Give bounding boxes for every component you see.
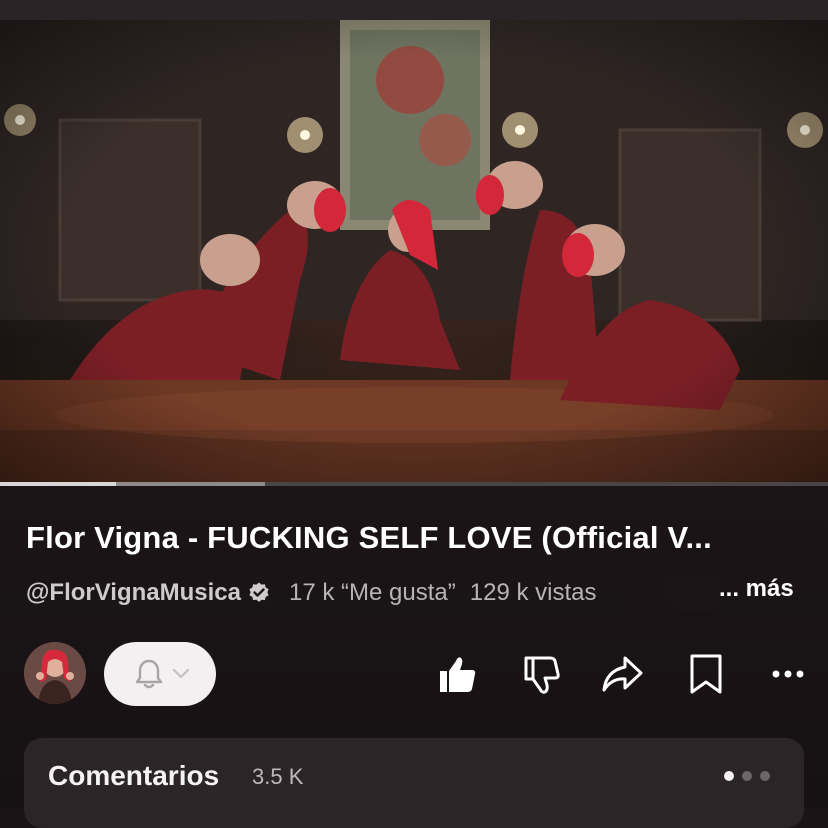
views-count: 129 k vistas (469, 579, 597, 606)
page-dot (724, 771, 734, 781)
more-link[interactable]: ... más (719, 575, 794, 603)
played-bar (0, 482, 116, 486)
chevron-down-icon (172, 668, 190, 679)
actions-row (0, 640, 828, 710)
channel-handle[interactable]: @FlorVignaMusica (26, 579, 241, 607)
page-dot (742, 771, 752, 781)
video-progress-bar[interactable] (0, 482, 828, 486)
likes-count: 17 k “Me gusta” (289, 579, 456, 606)
thumbs-up-icon[interactable] (436, 652, 480, 696)
page-dot (760, 771, 770, 781)
share-arrow-icon[interactable] (600, 652, 644, 696)
more-horizontal-icon[interactable] (766, 652, 810, 696)
meta-fade (626, 575, 716, 611)
avatar-image (24, 642, 86, 704)
comments-title: Comentarios (48, 760, 220, 791)
comments-page-indicator (724, 768, 778, 781)
video-title[interactable]: Flor Vigna - FUCKING SELF LOVE (Official… (26, 520, 816, 556)
channel-avatar[interactable] (24, 642, 86, 704)
status-area (0, 0, 828, 20)
subscribe-bell-button[interactable] (104, 642, 216, 706)
bookmark-icon[interactable] (684, 652, 728, 696)
comments-card[interactable]: Comentarios 3.5 K (24, 738, 804, 828)
bell-icon (135, 659, 163, 689)
comments-count: 3.5 K (252, 764, 304, 789)
watch-page: Flor Vigna - FUCKING SELF LOVE (Official… (0, 0, 828, 828)
video-frame (0, 20, 828, 482)
thumbs-down-icon[interactable] (519, 652, 563, 696)
video-player[interactable] (0, 20, 828, 482)
video-meta-row[interactable]: @FlorVignaMusica 17 k “Me gusta” 129 k v… (26, 575, 816, 611)
verified-badge-icon (249, 582, 269, 602)
